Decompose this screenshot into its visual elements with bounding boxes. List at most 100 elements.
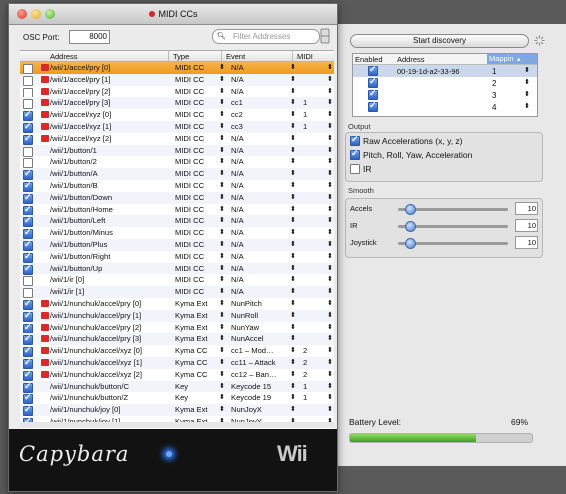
type-popup-arrows-icon[interactable]: ⬍	[219, 252, 225, 260]
event-cell[interactable]: cc1 – Mod…	[231, 346, 274, 355]
type-popup-arrows-icon[interactable]: ⬍	[219, 228, 225, 236]
type-popup-arrows-icon[interactable]: ⬍	[219, 358, 225, 366]
midi-popup-arrows-icon[interactable]: ⬍	[327, 122, 333, 130]
osc-port-input[interactable]: 8000	[69, 30, 110, 44]
type-cell[interactable]: MIDI CC	[175, 181, 204, 190]
type-cell[interactable]: MIDI CC	[175, 240, 204, 249]
event-popup-arrows-icon[interactable]: ⬍	[290, 122, 296, 130]
event-popup-arrows-icon[interactable]: ⬍	[290, 370, 296, 378]
type-popup-arrows-icon[interactable]: ⬍	[219, 240, 225, 248]
type-popup-arrows-icon[interactable]: ⬍	[219, 311, 225, 319]
table-row[interactable]: /wii/1/nunchuk/accel/pry [2] Kyma Ext ⬍ Nun…	[20, 322, 334, 334]
enabled-checkbox[interactable]	[23, 288, 33, 299]
enabled-checkbox[interactable]	[23, 333, 33, 346]
type-popup-arrows-icon[interactable]: ⬍	[219, 264, 225, 272]
mapping-popup-arrows-icon[interactable]: ⬍	[524, 102, 530, 110]
device-row[interactable]: 3⬍	[353, 88, 537, 101]
event-cell[interactable]: Keycode 19	[231, 393, 271, 402]
midi-channel-cell[interactable]: 1	[303, 393, 307, 402]
event-popup-arrows-icon[interactable]: ⬍	[290, 228, 296, 236]
event-popup-arrows-icon[interactable]: ⬍	[290, 323, 296, 331]
midi-popup-arrows-icon[interactable]: ⬍	[327, 228, 333, 236]
type-cell[interactable]: Key	[175, 382, 188, 391]
table-row[interactable]: /wii/1/accel/xyz [2] MIDI CC ⬍ N/A ⬍ ⬍	[20, 133, 334, 145]
device-enabled-checkbox[interactable]	[368, 88, 378, 100]
smooth-slider-knob[interactable]	[405, 221, 416, 232]
output-option-checkbox[interactable]	[350, 164, 360, 174]
midi-popup-arrows-icon[interactable]: ⬍	[327, 134, 333, 142]
type-popup-arrows-icon[interactable]: ⬍	[219, 205, 225, 213]
event-cell[interactable]: N/A	[231, 205, 244, 214]
midi-popup-arrows-icon[interactable]: ⬍	[327, 146, 333, 154]
type-cell[interactable]: Kyma CC	[175, 346, 208, 355]
event-cell[interactable]: N/A	[231, 193, 244, 202]
event-cell[interactable]: N/A	[231, 240, 244, 249]
table-row[interactable]: /wii/1/accel/pry [3] MIDI CC ⬍ cc1 ⬍ 1 ⬍	[20, 97, 334, 110]
device-mapping[interactable]: 2	[492, 79, 496, 88]
event-popup-arrows-icon[interactable]: ⬍	[290, 75, 296, 83]
device-row[interactable]: 2⬍	[353, 76, 537, 89]
event-popup-arrows-icon[interactable]: ⬍	[290, 358, 296, 366]
type-popup-arrows-icon[interactable]: ⬍	[219, 75, 225, 83]
event-cell[interactable]: N/A	[231, 87, 244, 96]
type-cell[interactable]: Key	[175, 393, 188, 402]
type-popup-arrows-icon[interactable]: ⬍	[219, 87, 225, 95]
smooth-slider-knob[interactable]	[405, 204, 416, 215]
midi-channel-cell[interactable]: 2	[303, 346, 307, 355]
type-popup-arrows-icon[interactable]: ⬍	[219, 110, 225, 118]
type-cell[interactable]: Kyma Ext	[175, 311, 208, 320]
type-popup-arrows-icon[interactable]: ⬍	[219, 134, 225, 142]
type-popup-arrows-icon[interactable]: ⬍	[219, 370, 225, 378]
start-discovery-button[interactable]: Start discovery	[350, 34, 529, 48]
device-row[interactable]: 00-19-1d-a2-33-96 1 ⬍	[353, 64, 537, 77]
table-row[interactable]: /wii/1/button/Home MIDI CC ⬍ N/A ⬍ ⬍	[20, 204, 334, 216]
output-option-checkbox[interactable]	[350, 134, 360, 146]
event-popup-arrows-icon[interactable]: ⬍	[290, 157, 296, 165]
enabled-checkbox[interactable]	[23, 251, 33, 263]
event-popup-arrows-icon[interactable]: ⬍	[290, 405, 296, 413]
event-cell[interactable]: cc12 – Ban…	[231, 370, 277, 379]
type-cell[interactable]: MIDI CC	[175, 205, 204, 214]
enabled-checkbox[interactable]	[23, 215, 33, 228]
type-cell[interactable]: Kyma Ext	[175, 323, 208, 332]
midi-popup-arrows-icon[interactable]: ⬍	[327, 275, 333, 283]
table-row[interactable]: /wii/1/nunchuk/accel/pry [0] Kyma Ext ⬍ Nun…	[20, 298, 334, 310]
table-row[interactable]: /wii/1/ir [1] MIDI CC ⬍ N/A ⬍ ⬍	[20, 286, 334, 299]
mapping-popup-arrows-icon[interactable]: ⬍	[524, 90, 530, 98]
table-row[interactable]: /wii/1/button/Right MIDI CC ⬍ N/A ⬍ ⬍	[20, 251, 334, 263]
enabled-checkbox[interactable]	[23, 345, 33, 358]
type-popup-arrows-icon[interactable]: ⬍	[219, 382, 225, 390]
event-popup-arrows-icon[interactable]: ⬍	[290, 275, 296, 283]
type-popup-arrows-icon[interactable]: ⬍	[219, 193, 225, 201]
type-popup-arrows-icon[interactable]: ⬍	[219, 334, 225, 342]
event-popup-arrows-icon[interactable]: ⬍	[290, 240, 296, 248]
type-popup-arrows-icon[interactable]: ⬍	[219, 98, 225, 106]
enabled-checkbox[interactable]	[23, 310, 33, 322]
output-option[interactable]: Pitch, Roll, Yaw, Acceleration	[350, 148, 472, 160]
type-popup-arrows-icon[interactable]: ⬍	[219, 275, 225, 283]
mapping-popup-arrows-icon[interactable]: ⬍	[524, 66, 530, 74]
enabled-checkbox[interactable]	[23, 121, 33, 133]
event-cell[interactable]: NunJoyX	[231, 405, 262, 414]
column-event[interactable]: Event	[226, 52, 245, 61]
device-enabled-checkbox[interactable]	[368, 76, 378, 88]
table-row[interactable]: /wii/1/button/Minus MIDI CC ⬍ N/A ⬍ ⬍	[20, 227, 334, 240]
smooth-value-field[interactable]: 10	[515, 202, 538, 215]
event-popup-arrows-icon[interactable]: ⬍	[290, 252, 296, 260]
event-popup-arrows-icon[interactable]: ⬍	[290, 193, 296, 201]
title-bar[interactable]: MIDI CCs	[9, 4, 337, 25]
enabled-checkbox[interactable]	[23, 369, 33, 381]
enabled-checkbox[interactable]	[23, 168, 33, 181]
type-cell[interactable]: MIDI CC	[175, 216, 204, 225]
column-address[interactable]: Address	[50, 52, 78, 61]
midi-popup-arrows-icon[interactable]: ⬍	[327, 181, 333, 189]
event-popup-arrows-icon[interactable]: ⬍	[290, 205, 296, 213]
midi-popup-arrows-icon[interactable]: ⬍	[327, 311, 333, 319]
table-row[interactable]: /wii/1/accel/xyz [1] MIDI CC ⬍ cc3 ⬍ 1 ⬍	[20, 120, 334, 133]
event-popup-arrows-icon[interactable]: ⬍	[290, 146, 296, 154]
column-type[interactable]: Type	[173, 52, 189, 61]
smooth-slider-knob[interactable]	[405, 238, 416, 249]
enabled-checkbox[interactable]	[23, 133, 33, 145]
type-cell[interactable]: MIDI CC	[175, 98, 204, 107]
type-popup-arrows-icon[interactable]: ⬍	[219, 393, 225, 401]
